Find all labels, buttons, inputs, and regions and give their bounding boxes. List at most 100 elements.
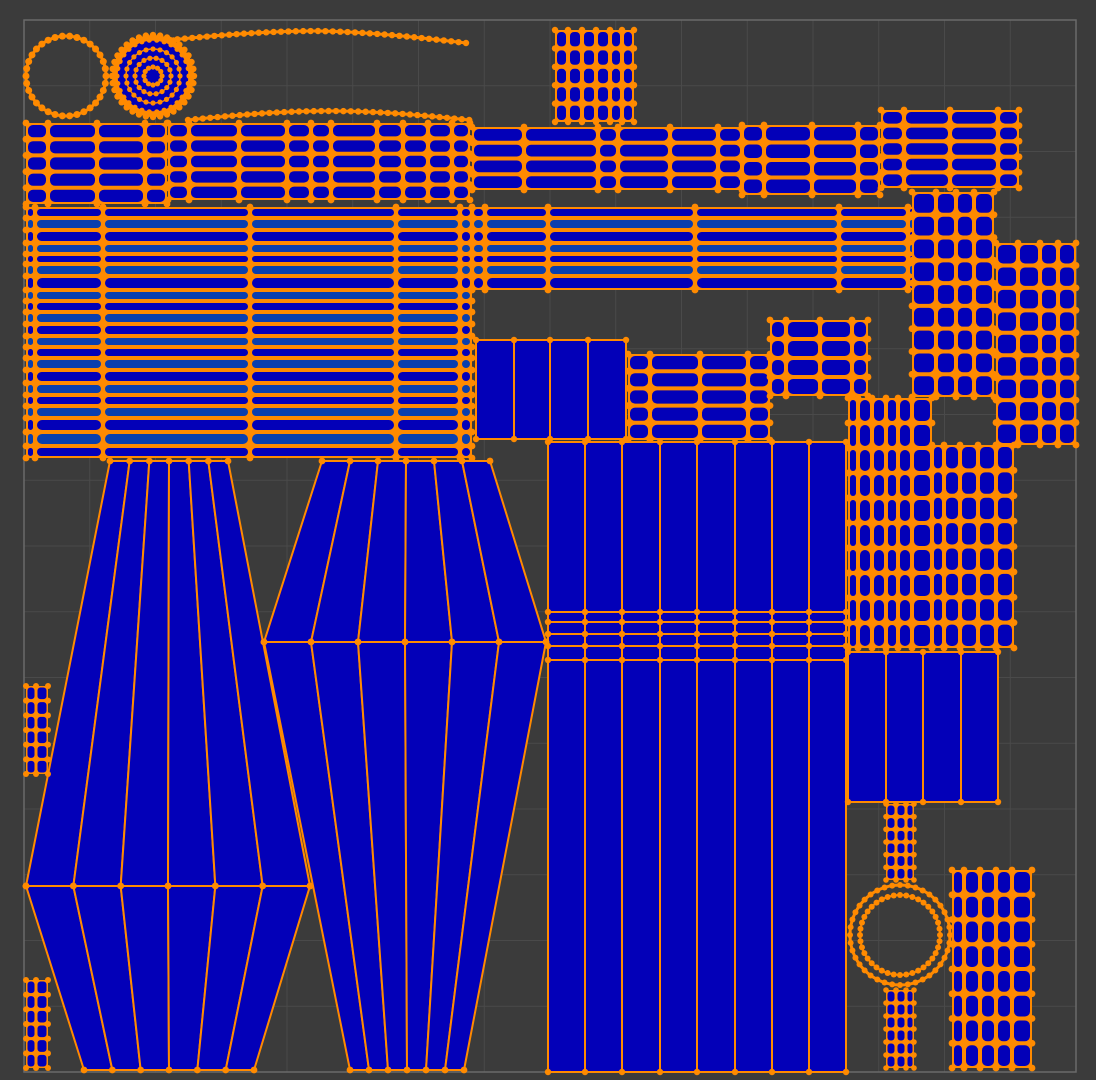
uv-face[interactable] bbox=[600, 176, 616, 188]
uv-vertex[interactable] bbox=[28, 51, 36, 59]
uv-face[interactable] bbox=[808, 611, 847, 623]
uv-vertex[interactable] bbox=[392, 442, 400, 450]
uv-face[interactable] bbox=[841, 209, 906, 216]
uv-vertex[interactable] bbox=[890, 892, 897, 899]
uv-vertex[interactable] bbox=[23, 977, 29, 983]
uv-vertex[interactable] bbox=[33, 1021, 39, 1027]
uv-vertex[interactable] bbox=[656, 642, 664, 650]
uv-face[interactable] bbox=[474, 129, 522, 141]
uv-vertex[interactable] bbox=[468, 402, 476, 410]
uv-face[interactable] bbox=[37, 981, 47, 994]
uv-vertex[interactable] bbox=[864, 316, 872, 324]
uv-vertex[interactable] bbox=[864, 354, 872, 362]
uv-vertex[interactable] bbox=[192, 116, 199, 123]
uv-island-tiny-b[interactable] bbox=[23, 977, 51, 1071]
uv-face[interactable] bbox=[600, 129, 616, 141]
uv-vertex[interactable] bbox=[129, 108, 136, 115]
uv-face[interactable] bbox=[958, 216, 972, 236]
uv-face[interactable] bbox=[841, 232, 906, 241]
uv-vertex[interactable] bbox=[117, 88, 123, 94]
uv-vertex[interactable] bbox=[842, 438, 850, 446]
uv-vertex[interactable] bbox=[22, 286, 30, 294]
uv-face[interactable] bbox=[1042, 312, 1056, 331]
uv-vertex[interactable] bbox=[952, 234, 960, 241]
uv-vertex[interactable] bbox=[835, 226, 843, 234]
uv-vertex[interactable] bbox=[960, 891, 968, 899]
uv-face[interactable] bbox=[883, 158, 902, 171]
uv-vertex[interactable] bbox=[738, 191, 746, 199]
uv-vertex[interactable] bbox=[903, 877, 909, 883]
uv-vertex[interactable] bbox=[618, 82, 626, 89]
uv-vertex[interactable] bbox=[1028, 1039, 1036, 1047]
uv-vertex[interactable] bbox=[183, 58, 189, 64]
uv-face[interactable] bbox=[998, 267, 1016, 286]
uv-face[interactable] bbox=[814, 144, 856, 159]
uv-vertex[interactable] bbox=[246, 320, 254, 328]
uv-face[interactable] bbox=[734, 441, 773, 613]
uv-vertex[interactable] bbox=[45, 683, 51, 689]
uv-vertex[interactable] bbox=[93, 135, 101, 143]
uv-vertex[interactable] bbox=[31, 442, 39, 450]
uv-vertex[interactable] bbox=[1072, 396, 1080, 404]
uv-face[interactable] bbox=[170, 125, 187, 137]
uv-face[interactable] bbox=[487, 209, 546, 216]
uv-vertex[interactable] bbox=[468, 286, 476, 294]
uv-vertex[interactable] bbox=[976, 990, 984, 998]
uv-vertex[interactable] bbox=[164, 165, 172, 173]
uv-vertex[interactable] bbox=[696, 367, 704, 375]
uv-vertex[interactable] bbox=[481, 214, 489, 222]
uv-vertex[interactable] bbox=[45, 727, 51, 733]
uv-vertex[interactable] bbox=[908, 394, 916, 402]
uv-face[interactable] bbox=[147, 125, 165, 138]
uv-vertex[interactable] bbox=[894, 519, 902, 527]
uv-vertex[interactable] bbox=[1036, 284, 1044, 292]
uv-vertex[interactable] bbox=[185, 196, 193, 204]
uv-vertex[interactable] bbox=[766, 335, 774, 343]
uv-vertex[interactable] bbox=[33, 771, 39, 777]
uv-face[interactable] bbox=[379, 155, 401, 168]
uv-vertex[interactable] bbox=[456, 428, 464, 436]
uv-face[interactable] bbox=[998, 573, 1012, 596]
uv-face[interactable] bbox=[897, 1004, 905, 1015]
uv-face[interactable] bbox=[50, 189, 95, 202]
uv-face[interactable] bbox=[772, 379, 784, 394]
uv-face[interactable] bbox=[860, 500, 870, 521]
uv-vertex[interactable] bbox=[630, 100, 638, 107]
uv-vertex[interactable] bbox=[163, 96, 170, 102]
uv-vertex[interactable] bbox=[45, 1065, 51, 1071]
uv-face[interactable] bbox=[462, 245, 470, 252]
uv-vertex[interactable] bbox=[246, 203, 254, 211]
uv-face[interactable] bbox=[600, 144, 616, 157]
uv-face[interactable] bbox=[652, 390, 698, 404]
uv-face[interactable] bbox=[105, 292, 248, 299]
uv-vertex[interactable] bbox=[868, 444, 876, 452]
uv-face[interactable] bbox=[405, 125, 426, 137]
uv-vertex[interactable] bbox=[592, 45, 600, 52]
uv-vertex[interactable] bbox=[1014, 419, 1022, 426]
uv-vertex[interactable] bbox=[854, 156, 862, 164]
uv-face[interactable] bbox=[976, 353, 992, 373]
uv-vertex[interactable] bbox=[630, 63, 638, 70]
uv-vertex[interactable] bbox=[44, 135, 52, 143]
uv-vertex[interactable] bbox=[22, 428, 30, 436]
uv-face[interactable] bbox=[766, 179, 810, 194]
uv-face[interactable] bbox=[874, 575, 884, 596]
uv-vertex[interactable] bbox=[366, 30, 373, 37]
uv-vertex[interactable] bbox=[731, 630, 739, 638]
uv-vertex[interactable] bbox=[468, 226, 476, 234]
uv-vertex[interactable] bbox=[163, 111, 171, 118]
uv-vertex[interactable] bbox=[904, 250, 912, 258]
uv-face[interactable] bbox=[954, 995, 962, 1017]
uv-face[interactable] bbox=[900, 525, 910, 546]
uv-vertex[interactable] bbox=[99, 414, 107, 422]
uv-vertex[interactable] bbox=[731, 438, 739, 446]
uv-face[interactable] bbox=[900, 500, 910, 521]
uv-face[interactable] bbox=[771, 621, 810, 635]
uv-vertex[interactable] bbox=[766, 419, 774, 427]
uv-face[interactable] bbox=[630, 390, 648, 404]
uv-vertex[interactable] bbox=[873, 899, 880, 906]
uv-vertex[interactable] bbox=[974, 568, 982, 576]
uv-vertex[interactable] bbox=[992, 940, 1000, 948]
uv-vertex[interactable] bbox=[399, 119, 407, 127]
uv-face[interactable] bbox=[897, 1030, 905, 1041]
